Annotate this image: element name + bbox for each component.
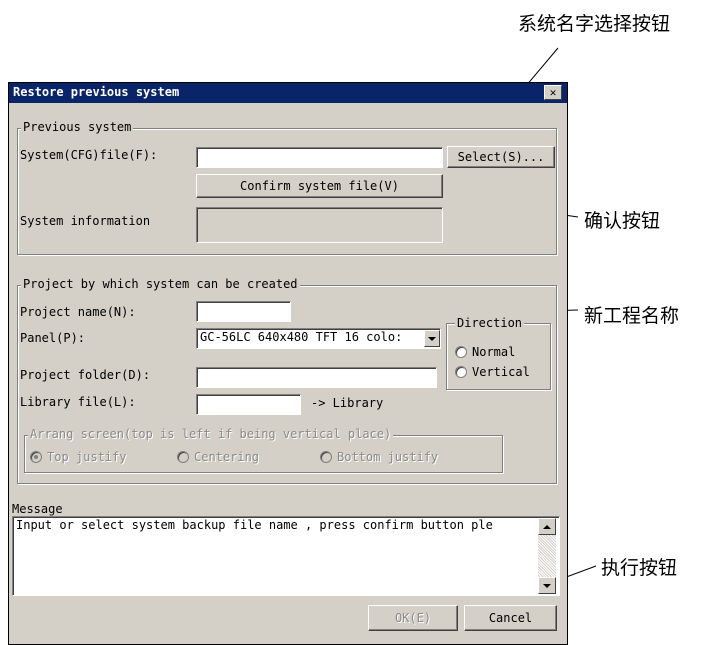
project-name-input[interactable]: [196, 301, 291, 322]
cancel-button[interactable]: Cancel: [464, 605, 557, 631]
panel-dropdown-button[interactable]: [424, 330, 440, 347]
library-file-label: Library file(L):: [20, 395, 136, 409]
message-textarea: Input or select system backup file name …: [12, 516, 560, 596]
close-button[interactable]: ✕: [544, 85, 562, 100]
arrange-centering-label: Centering: [194, 450, 260, 464]
close-icon: ✕: [549, 86, 557, 99]
direction-vertical-label: Vertical: [472, 365, 530, 379]
project-folder-label: Project folder(D):: [20, 368, 151, 382]
arrange-top-label: Top justify: [47, 450, 127, 464]
message-text: Input or select system backup file name …: [16, 518, 493, 532]
system-information-field: [196, 207, 443, 243]
scroll-down-icon: [543, 583, 551, 588]
dialog-title: Restore previous system: [13, 85, 180, 99]
chevron-down-icon: [428, 336, 436, 341]
arrange-centering-radio[interactable]: [177, 451, 189, 463]
message-label: Message: [12, 502, 63, 516]
panel-select-value: GC-56LC 640x480 TFT 16 colo:: [200, 330, 403, 344]
direction-normal-label: Normal: [472, 345, 516, 359]
confirm-system-file-button[interactable]: Confirm system file(V): [196, 174, 443, 198]
title-bar: Restore previous system ✕: [9, 83, 567, 103]
arrange-screen-legend: Arrang screen(top is left if being verti…: [28, 427, 394, 441]
cfg-file-label: System(CFG)file(F):: [20, 148, 158, 162]
previous-system-legend: Previous system: [21, 120, 134, 134]
cfg-file-input[interactable]: [196, 147, 443, 168]
library-suffix: -> Library: [311, 396, 384, 410]
panel-label: Panel(P):: [20, 331, 86, 345]
direction-vertical-radio[interactable]: [455, 366, 467, 378]
select-button[interactable]: Select(S)...: [447, 146, 555, 168]
direction-legend: Direction: [455, 316, 525, 330]
arrange-bottom-label: Bottom justify: [337, 450, 439, 464]
arrange-top-radio[interactable]: [30, 451, 42, 463]
project-legend: Project by which system can be created: [21, 277, 300, 291]
scroll-down-button[interactable]: [538, 577, 556, 594]
scroll-up-icon: [543, 524, 551, 529]
direction-normal-radio[interactable]: [455, 346, 467, 358]
project-folder-input[interactable]: [196, 367, 437, 388]
arrange-bottom-radio[interactable]: [320, 451, 332, 463]
ok-button[interactable]: OK(E): [368, 605, 458, 631]
project-name-label: Project name(N):: [20, 305, 136, 319]
scroll-up-button[interactable]: [538, 518, 556, 535]
system-information-label: System information: [20, 214, 151, 228]
panel-select[interactable]: GC-56LC 640x480 TFT 16 colo:: [196, 328, 441, 349]
restore-dialog: Restore previous system ✕ Previous syste…: [8, 82, 568, 645]
library-file-input[interactable]: [196, 394, 301, 415]
